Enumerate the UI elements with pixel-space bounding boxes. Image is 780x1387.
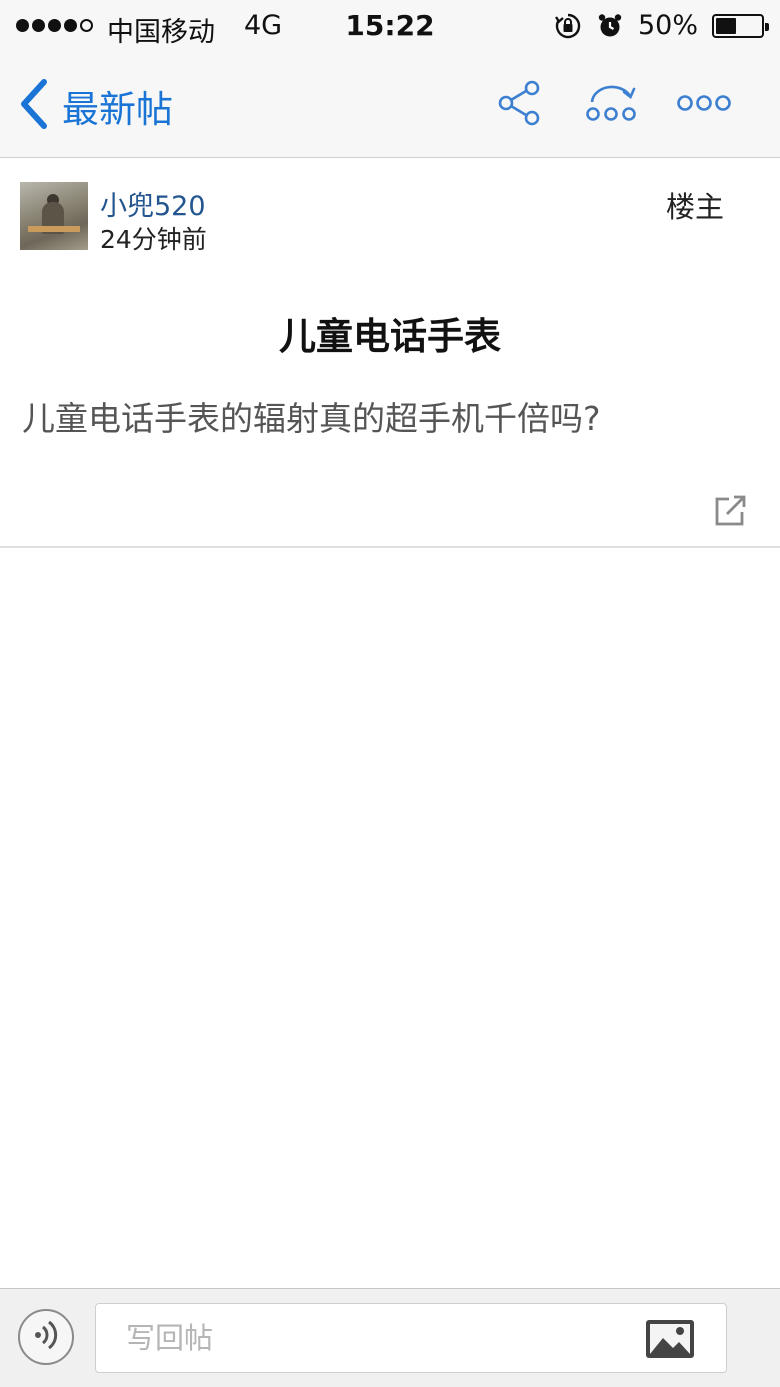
share-button[interactable] bbox=[494, 78, 544, 132]
post-time: 24分钟前 bbox=[100, 225, 207, 254]
orientation-lock-icon bbox=[554, 12, 582, 40]
image-button[interactable] bbox=[644, 1318, 696, 1364]
navigation-bar: 最新帖 bbox=[0, 52, 780, 158]
post-body: 儿童电话手表的辐射真的超手机千倍吗? bbox=[22, 399, 601, 438]
image-icon bbox=[644, 1320, 696, 1364]
author-name[interactable]: 小兜520 bbox=[100, 184, 206, 223]
voice-icon bbox=[29, 1318, 63, 1356]
status-bar: 中国移动 4G 15:22 50% bbox=[0, 0, 780, 52]
jump-floor-button[interactable] bbox=[584, 78, 640, 132]
reply-input[interactable] bbox=[126, 1316, 626, 1360]
voice-button[interactable] bbox=[18, 1309, 74, 1365]
post-title: 儿童电话手表 bbox=[279, 315, 501, 358]
back-chevron-icon bbox=[16, 78, 50, 134]
open-external-icon bbox=[713, 495, 749, 532]
floor-label: 楼主 bbox=[665, 190, 724, 224]
back-button[interactable]: 最新帖 bbox=[16, 78, 173, 134]
status-indicators: 50% bbox=[554, 10, 769, 41]
post-divider bbox=[0, 546, 780, 548]
jump-floor-icon bbox=[584, 85, 640, 132]
reply-bar bbox=[0, 1288, 780, 1387]
reply-input-box bbox=[95, 1303, 727, 1373]
back-label: 最新帖 bbox=[62, 88, 173, 131]
battery-level-fill bbox=[716, 17, 736, 34]
open-external-button[interactable] bbox=[713, 494, 749, 532]
battery-icon bbox=[712, 13, 769, 38]
more-button[interactable] bbox=[674, 78, 734, 132]
share-icon bbox=[494, 80, 544, 132]
battery-percent: 50% bbox=[637, 10, 698, 41]
avatar[interactable] bbox=[20, 182, 88, 250]
alarm-icon bbox=[596, 12, 624, 40]
post-header: 小兜520 24分钟前 楼主 bbox=[0, 158, 780, 258]
more-icon bbox=[674, 95, 734, 132]
